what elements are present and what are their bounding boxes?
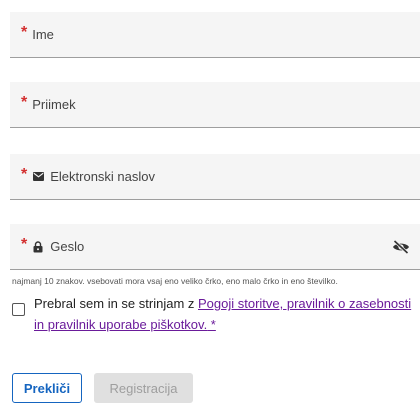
cancel-button[interactable]: Prekliči [12,373,82,403]
consent-required-mark: * [207,317,216,332]
required-asterisk: * [21,165,28,183]
password-field[interactable]: * Geslo [10,224,420,270]
eye-off-icon[interactable] [392,239,410,254]
last-name-label: Priimek [32,97,76,112]
register-button: Registracija [94,373,193,403]
consent-text: Prebral sem in se strinjam z Pogoji stor… [34,293,412,335]
last-name-field[interactable]: * Priimek [10,82,420,128]
email-field[interactable]: * Elektronski naslov [10,154,420,200]
terms-checkbox[interactable] [12,303,25,316]
first-name-label: Ime [32,27,54,42]
lock-icon [32,240,44,253]
email-label: Elektronski naslov [50,169,156,184]
mail-icon [32,171,44,183]
required-asterisk: * [21,23,28,41]
password-label: Geslo [50,239,85,254]
required-asterisk: * [21,235,28,253]
password-hint: najmanj 10 znakov. vsebovati mora vsaj e… [12,276,338,286]
first-name-field[interactable]: * Ime [10,12,420,58]
required-asterisk: * [21,93,28,111]
consent-text-before: Prebral sem in se strinjam z [34,296,198,311]
